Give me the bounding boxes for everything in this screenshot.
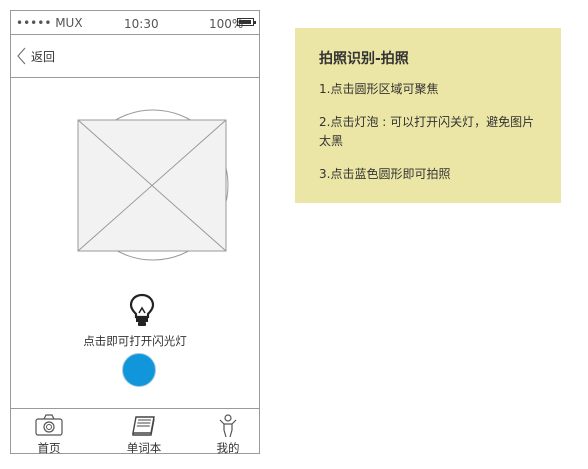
lightbulb-icon <box>129 293 155 326</box>
battery-icon <box>237 18 256 26</box>
chevron-left-icon <box>17 47 26 65</box>
note-item: 3.点击蓝色圆形即可拍照 <box>319 167 451 181</box>
camera-icon <box>35 414 63 436</box>
phone-frame: ••••• MUX 10:30 100% 返回 点击即可打开闪光灯 首页 单词本… <box>10 10 260 455</box>
status-bar: ••••• MUX 10:30 100% <box>11 11 259 35</box>
back-button[interactable]: 返回 <box>15 46 55 66</box>
tab-home[interactable]: 首页 <box>19 409 79 455</box>
nav-bar: 返回 <box>11 35 259 78</box>
tab-wordbook[interactable]: 单词本 <box>114 409 174 455</box>
shutter-button[interactable] <box>122 353 156 387</box>
person-icon <box>219 414 237 438</box>
annotation-note: 拍照识别-拍照 1.点击圆形区域可聚焦 2.点击灯泡 : 可以打开闪关灯，避免图… <box>295 28 561 203</box>
carrier-label: ••••• MUX <box>16 16 83 30</box>
tab-home-label: 首页 <box>37 441 61 455</box>
back-label: 返回 <box>31 49 56 64</box>
tab-mine[interactable]: 我的 <box>198 409 258 455</box>
flash-bulb-button[interactable] <box>129 293 155 327</box>
notebook-icon <box>132 416 155 436</box>
tab-wordbook-label: 单词本 <box>126 441 162 455</box>
note-item: 2.点击灯泡 : 可以打开闪关灯，避免图片太黑 <box>319 115 535 148</box>
flash-hint-text: 点击即可打开闪光灯 <box>83 334 187 348</box>
tab-bar: 首页 单词本 我的 <box>11 408 259 455</box>
focus-area[interactable] <box>77 92 229 278</box>
status-time: 10:30 <box>124 17 159 31</box>
note-item: 1.点击圆形区域可聚焦 <box>319 82 439 96</box>
image-placeholder-icon <box>77 109 229 261</box>
tab-mine-label: 我的 <box>216 441 240 455</box>
note-title: 拍照识别-拍照 <box>319 51 409 67</box>
